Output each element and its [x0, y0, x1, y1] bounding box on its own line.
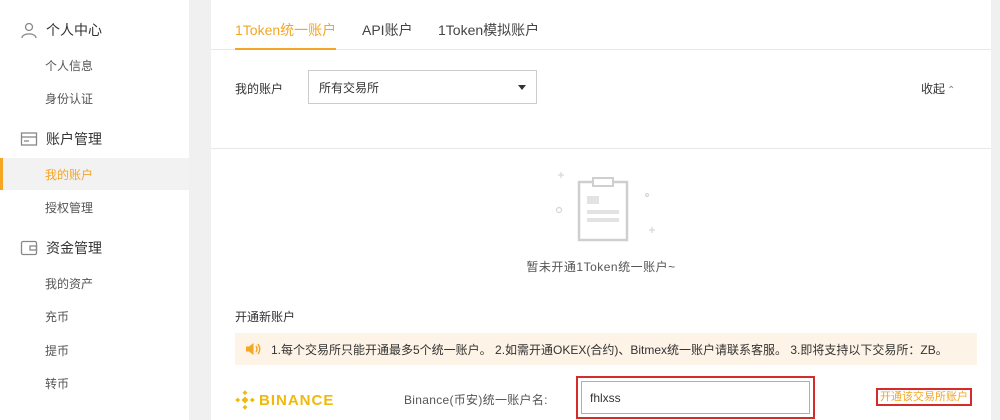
sidebar-group-account: 账户管理 [20, 127, 102, 151]
sidebar-item-withdraw[interactable]: 提币 [0, 334, 189, 366]
empty-state-text: 暂未开通1Token统一账户~ [526, 260, 676, 274]
binance-logo: BINANCE [235, 388, 334, 412]
account-name-input[interactable] [581, 381, 810, 414]
sidebar-item-my-assets[interactable]: 我的资产 [0, 267, 189, 299]
sidebar-item-deposit[interactable]: 充币 [0, 300, 189, 332]
open-exchange-account-link[interactable]: 开通该交易所账户 [876, 388, 972, 406]
binance-diamond-icon [235, 390, 255, 410]
empty-clipboard-illustration [551, 160, 661, 250]
notice-text: 1.每个交易所只能开通最多5个统一账户。 2.如需开通OKEX(合约)、Bitm… [271, 342, 948, 357]
sidebar-group-title: 账户管理 [46, 131, 102, 147]
wallet-icon [20, 239, 38, 257]
sidebar-item-authorization[interactable]: 授权管理 [0, 191, 189, 223]
section-title: 开通新账户 [235, 310, 296, 324]
main-panel: 1Token统一账户 API账户 1Token模拟账户 我的账户 所有交易所 收… [211, 0, 991, 420]
exchange-select-value: 所有交易所 [319, 80, 380, 95]
tab-unified-account[interactable]: 1Token统一账户 [235, 0, 337, 50]
sidebar-item-transfer[interactable]: 转币 [0, 367, 189, 399]
caret-down-icon [518, 85, 526, 90]
tab-bar: 1Token统一账户 API账户 1Token模拟账户 [211, 0, 991, 50]
sidebar-item-identity[interactable]: 身份认证 [0, 82, 189, 114]
sidebar: 个人中心 个人信息 身份认证 账户管理 我的账户 授权管理 资金管理 我的资产 … [0, 0, 189, 420]
sidebar-group-funds: 资金管理 [20, 236, 102, 260]
tab-simulated-account[interactable]: 1Token模拟账户 [438, 0, 539, 50]
account-name-label: Binance(币安)统一账户名: [404, 393, 548, 407]
divider [211, 148, 991, 149]
collapse-label: 收起 [921, 82, 946, 96]
sidebar-group-title: 个人中心 [46, 22, 102, 38]
binance-logo-text: BINANCE [259, 391, 335, 409]
collapse-button[interactable]: 收起 ⌃ [921, 80, 955, 97]
exchange-select[interactable]: 所有交易所 [308, 70, 537, 104]
sidebar-item-my-account[interactable]: 我的账户 [0, 158, 189, 190]
filter-label: 我的账户 [235, 82, 284, 96]
account-name-highlight [576, 376, 815, 419]
sidebar-group-personal: 个人中心 [20, 18, 102, 42]
account-card-icon [20, 130, 38, 148]
user-icon [20, 21, 38, 39]
sidebar-item-personal-info[interactable]: 个人信息 [0, 49, 189, 81]
chevron-up-double-icon: ⌃ [947, 85, 956, 96]
tab-api-account[interactable]: API账户 [362, 0, 413, 50]
notice-banner: 1.每个交易所只能开通最多5个统一账户。 2.如需开通OKEX(合约)、Bitm… [235, 333, 977, 365]
speaker-icon [245, 342, 261, 356]
sidebar-group-title: 资金管理 [46, 240, 102, 256]
